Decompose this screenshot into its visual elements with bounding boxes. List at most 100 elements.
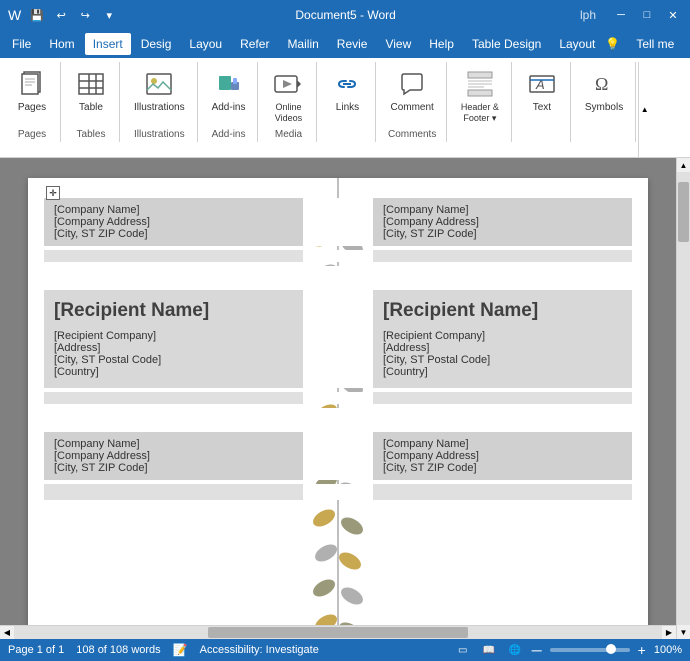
left-sep-2 <box>44 392 303 404</box>
addins-button[interactable]: Add-ins <box>208 66 250 116</box>
symbols-icon: Ω <box>588 68 620 100</box>
menu-layout[interactable]: Layou <box>181 33 230 55</box>
web-layout-view[interactable]: 🌐 <box>506 641 524 659</box>
accessibility-status[interactable]: Accessibility: Investigate <box>200 644 319 656</box>
ribbon-scroll-up[interactable]: ▲ <box>638 62 650 157</box>
save-button[interactable]: 💾 <box>27 5 47 25</box>
left-country: [Country] <box>54 366 293 378</box>
illustrations-button[interactable]: Illustrations <box>130 66 189 116</box>
document-area: ◀ ▶ ✛ <box>0 158 690 639</box>
zoom-thumb[interactable] <box>606 644 616 654</box>
redo-button[interactable]: ↪ <box>75 5 95 25</box>
window-controls: lph ─ □ ✕ <box>572 6 682 24</box>
page-info: Page 1 of 1 <box>8 644 64 656</box>
menu-file[interactable]: File <box>4 33 39 55</box>
h-scroll-track <box>14 626 662 639</box>
tell-me-input[interactable]: Tell me <box>628 33 682 55</box>
ribbon: Pages Pages T <box>0 58 690 158</box>
zoom-minus-button[interactable]: ─ <box>532 642 542 658</box>
title-bar: W 💾 ↩ ↪ ▾ Document5 - Word lph ─ □ ✕ <box>0 0 690 30</box>
left-company-name-1: [Company Name] <box>54 204 293 216</box>
menu-layout2[interactable]: Layout <box>551 33 603 55</box>
zoom-slider[interactable] <box>550 648 630 652</box>
symbols-label: Symbols <box>585 102 623 114</box>
right-country: [Country] <box>383 366 622 378</box>
symbols-button[interactable]: Ω Symbols <box>581 66 627 116</box>
left-address: [Address] <box>54 342 293 354</box>
menu-references[interactable]: Refer <box>232 33 277 55</box>
pages-button[interactable]: Pages <box>12 66 52 116</box>
table-button[interactable]: Table <box>71 66 111 116</box>
text-label: Text <box>533 102 551 114</box>
illustrations-group-label: Illustrations <box>134 129 185 142</box>
comment-icon <box>396 68 428 100</box>
text-button[interactable]: A Text <box>522 66 562 116</box>
table-label: Table <box>79 102 103 114</box>
center-sep-1 <box>303 250 373 262</box>
scroll-thumb[interactable] <box>678 182 689 242</box>
word-icon: W <box>8 7 21 23</box>
read-mode-view[interactable]: 📖 <box>480 641 498 659</box>
right-recipient: [Recipient Name] [Recipient Company] [Ad… <box>373 290 632 388</box>
right-white-2 <box>373 408 632 432</box>
links-button[interactable]: Links <box>327 66 367 116</box>
undo-button[interactable]: ↩ <box>51 5 71 25</box>
minimize-button[interactable]: ─ <box>612 6 630 24</box>
document-page: ✛ <box>28 178 648 638</box>
menu-table-design[interactable]: Table Design <box>464 33 549 55</box>
ribbon-group-pages: Pages Pages <box>4 62 61 142</box>
comments-group-label: Comments <box>388 129 436 142</box>
table-content: [Company Name] [Company Address] [City, … <box>28 178 648 516</box>
addins-group-label: Add-ins <box>212 129 246 142</box>
illustrations-icon <box>143 68 175 100</box>
table-move-handle[interactable]: ✛ <box>46 186 60 200</box>
h-scroll-thumb[interactable] <box>208 627 467 638</box>
links-icon <box>331 68 363 100</box>
media-group-label: Media <box>275 129 302 142</box>
ribbon-group-header-footer: Header &Footer ▾ <box>449 62 512 142</box>
ribbon-group-media: OnlineVideos Media <box>260 62 317 142</box>
menu-mailings[interactable]: Mailin <box>279 33 326 55</box>
row-2-recipient: [Recipient Name] [Recipient Company] [Ad… <box>44 290 632 388</box>
scroll-right-arrow[interactable]: ▶ <box>662 626 676 640</box>
zoom-plus-button[interactable]: + <box>638 642 646 658</box>
ribbon-group-symbols: Ω Symbols <box>573 62 636 142</box>
online-videos-button[interactable]: OnlineVideos <box>268 66 308 126</box>
left-company-address-1: [Company Address] <box>54 216 293 228</box>
left-recipient: [Recipient Name] [Recipient Company] [Ad… <box>44 290 303 388</box>
left-company-name-2: [Company Name] <box>54 438 293 450</box>
center-spacer-2 <box>303 290 373 388</box>
ribbon-group-tables: Table Tables <box>63 62 120 142</box>
header-footer-button[interactable]: Header &Footer ▾ <box>457 66 503 126</box>
comment-button[interactable]: Comment <box>386 66 437 116</box>
restore-button[interactable]: □ <box>638 6 656 24</box>
close-button[interactable]: ✕ <box>664 6 682 24</box>
pages-group-label: Pages <box>18 129 46 142</box>
scroll-down-arrow[interactable]: ▼ <box>677 625 690 639</box>
zoom-level: 100% <box>654 644 682 656</box>
print-layout-view[interactable]: ▭ <box>454 641 472 659</box>
left-city-zip-1: [City, ST ZIP Code] <box>54 228 293 240</box>
right-sep-3 <box>373 484 632 500</box>
right-recipient-name: [Recipient Name] <box>383 300 622 322</box>
scroll-left-arrow[interactable]: ◀ <box>0 626 14 640</box>
left-sep-1 <box>44 250 303 262</box>
menu-home[interactable]: Hom <box>41 33 82 55</box>
word-count: 108 of 108 words <box>76 644 160 656</box>
separator-3 <box>44 484 632 500</box>
separator-1 <box>44 250 632 262</box>
pages-label: Pages <box>18 102 46 114</box>
right-recipient-company: [Recipient Company] <box>383 330 622 342</box>
menu-insert[interactable]: Insert <box>85 33 131 55</box>
scroll-up-arrow[interactable]: ▲ <box>677 158 690 172</box>
menu-review[interactable]: Revie <box>329 33 376 55</box>
menu-help[interactable]: Help <box>421 33 462 55</box>
left-company-address-2: [Company Address] <box>54 450 293 462</box>
menu-design[interactable]: Desig <box>133 33 180 55</box>
customize-button[interactable]: ▾ <box>99 5 119 25</box>
title-text: Document5 - Word <box>119 8 572 22</box>
left-recipient-name: [Recipient Name] <box>54 300 293 322</box>
ribbon-group-illustrations: Illustrations Illustrations <box>122 62 198 142</box>
row-1-company: [Company Name] [Company Address] [City, … <box>44 198 632 246</box>
menu-view[interactable]: View <box>377 33 419 55</box>
